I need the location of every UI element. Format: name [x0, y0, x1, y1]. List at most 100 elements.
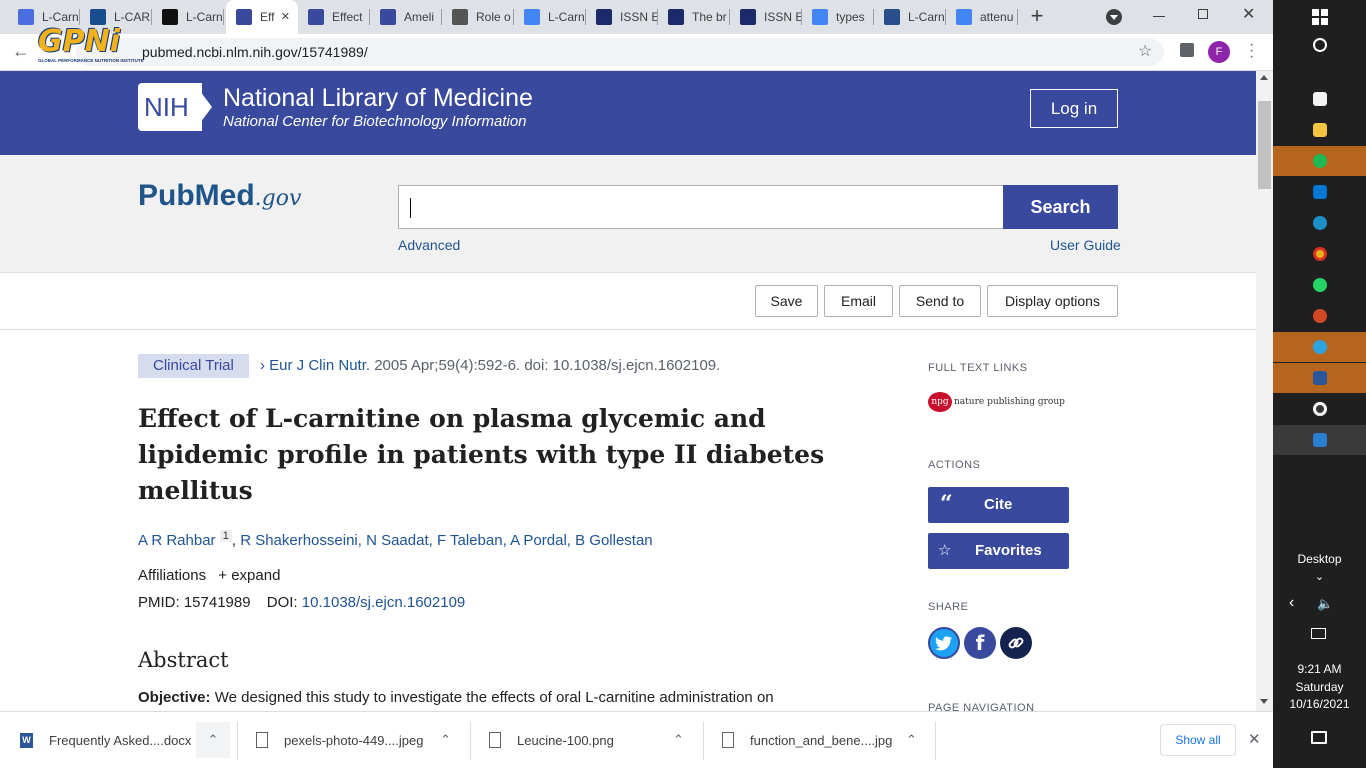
advanced-search-link[interactable]: Advanced: [398, 237, 460, 253]
npg-logo: npg: [928, 392, 952, 412]
citation-text: 2005 Apr;59(4):592-6. doi: 10.1038/sj.ej…: [374, 357, 721, 374]
user-guide-link[interactable]: User Guide: [1050, 237, 1121, 253]
tab-title: Effect: [332, 10, 363, 24]
bookmark-star-icon[interactable]: ☆: [1138, 41, 1152, 61]
tab-title: L-Carn: [908, 10, 945, 24]
other-authors-links[interactable]: R Shakerhosseini, N Saadat, F Taleban, A…: [240, 532, 652, 549]
favorites-button[interactable]: ☆ Favorites: [928, 533, 1069, 569]
browser-tab[interactable]: The br: [658, 0, 730, 34]
browser-tab[interactable]: ISSN E: [730, 0, 802, 34]
chevron-up-icon[interactable]: ⌃: [196, 722, 230, 758]
permalink-share-icon[interactable]: [1000, 627, 1032, 659]
restore-button[interactable]: [1198, 9, 1208, 19]
scroll-up-arrow[interactable]: [1260, 75, 1268, 80]
nlm-title[interactable]: National Library of Medicine: [223, 84, 533, 113]
browser-tab[interactable]: Ameli: [370, 0, 442, 34]
minimize-button[interactable]: [1153, 16, 1165, 17]
download-item[interactable]: Leucine-100.png ⌃: [489, 720, 701, 760]
powerpoint-icon[interactable]: [1273, 301, 1366, 331]
twitter-share-icon[interactable]: [928, 627, 960, 659]
browser-tab[interactable]: L-Carn: [514, 0, 586, 34]
browser-tab[interactable]: ISSN E: [586, 0, 658, 34]
desktop-label[interactable]: Desktop: [1273, 552, 1366, 566]
back-icon[interactable]: ←: [12, 41, 30, 62]
display-options-button[interactable]: Display options: [987, 285, 1118, 317]
search-input[interactable]: [398, 185, 1004, 229]
npg-full-text-link[interactable]: npg nature publishing group: [928, 392, 1065, 412]
tab-search-icon[interactable]: [1106, 9, 1122, 25]
journal-link[interactable]: Eur J Clin Nutr.: [269, 357, 370, 374]
ncbi-subtitle[interactable]: National Center for Biotechnology Inform…: [223, 113, 527, 130]
chevron-up-icon[interactable]: ⌃: [673, 722, 684, 758]
email-button[interactable]: Email: [824, 285, 893, 317]
browser-tab[interactable]: Role o: [442, 0, 514, 34]
doi-link[interactable]: 10.1038/sj.ejcn.1602109: [302, 594, 465, 611]
chevron-down-icon[interactable]: ⌄: [1273, 570, 1366, 583]
cortana-circle-icon[interactable]: [1273, 30, 1366, 60]
download-item[interactable]: function_and_bene....jpg ⌃: [722, 720, 934, 760]
volume-icon[interactable]: 🔈: [1317, 596, 1333, 612]
chrome-icon[interactable]: [1273, 239, 1366, 269]
link-icon: [452, 9, 468, 25]
cite-label: Cite: [984, 496, 1013, 513]
mail-icon[interactable]: [1273, 177, 1366, 207]
close-tab-icon[interactable]: ✕: [281, 10, 290, 23]
search-button[interactable]: Search: [1003, 185, 1118, 229]
save-button[interactable]: Save: [755, 285, 818, 317]
notifications-icon[interactable]: [1311, 731, 1327, 744]
first-author-link[interactable]: A R Rahbar: [138, 532, 216, 549]
edge-icon[interactable]: [1273, 208, 1366, 238]
facebook-share-icon[interactable]: f: [964, 627, 996, 659]
close-window-button[interactable]: ✕: [1242, 4, 1255, 24]
menu-dots-icon[interactable]: · · ·: [1249, 37, 1254, 65]
start-windows-icon[interactable]: [1273, 2, 1366, 32]
new-tab-button[interactable]: +: [1026, 5, 1048, 28]
nih-badge[interactable]: NIH: [138, 83, 216, 131]
tab-title: attenu: [980, 10, 1014, 24]
google-icon: [956, 9, 972, 25]
page-scrollbar[interactable]: [1256, 71, 1273, 711]
telegram-icon[interactable]: [1273, 332, 1366, 362]
whatsapp-icon[interactable]: [1273, 270, 1366, 300]
store-icon[interactable]: [1273, 84, 1366, 114]
close-downloads-icon[interactable]: ✕: [1248, 730, 1261, 748]
scroll-down-arrow[interactable]: [1260, 699, 1268, 704]
browser-tab[interactable]: Eff ✕: [226, 0, 298, 34]
clock-day[interactable]: Saturday: [1273, 680, 1366, 694]
expand-toggle[interactable]: + expand: [218, 567, 280, 584]
browser-tab[interactable]: L-Carn: [874, 0, 946, 34]
browser-tab[interactable]: types: [802, 0, 874, 34]
file-explorer-icon[interactable]: [1273, 115, 1366, 145]
webmd-icon: [90, 9, 106, 25]
extensions-icon[interactable]: [1180, 43, 1194, 57]
profile-avatar[interactable]: F: [1208, 41, 1230, 63]
clock-time[interactable]: 9:21 AM: [1273, 662, 1366, 676]
cite-button[interactable]: “ Cite: [928, 487, 1069, 523]
affiliation-marker[interactable]: 1: [219, 530, 232, 542]
address-bar[interactable]: pubmed.ncbi.nlm.nih.gov/15741989/ ☆: [76, 38, 1164, 66]
doi-label: DOI:: [266, 594, 298, 611]
touch-keyboard-icon[interactable]: [1311, 628, 1326, 639]
pubmed-icon: [380, 9, 396, 25]
send-to-button[interactable]: Send to: [899, 285, 981, 317]
spotify-icon[interactable]: [1273, 146, 1366, 176]
download-item[interactable]: W Frequently Asked....docx ⌃: [20, 720, 232, 760]
word-icon[interactable]: [1273, 363, 1366, 393]
chevron-up-icon[interactable]: ⌃: [906, 722, 917, 758]
download-item[interactable]: pexels-photo-449....jpeg ⌃: [256, 720, 468, 760]
media-player-icon[interactable]: [1273, 394, 1366, 424]
show-all-button[interactable]: Show all: [1160, 724, 1236, 756]
chevron-left-icon[interactable]: ‹: [1289, 594, 1294, 612]
title-line: Effect of L-carnitine on plasma glycemic…: [138, 404, 766, 433]
authors-line: A R Rahbar 1, R Shakerhosseini, N Saadat…: [138, 530, 653, 549]
scroll-thumb[interactable]: [1258, 101, 1271, 189]
pubmed-logo-gov: .gov: [254, 186, 302, 211]
pubmed-logo[interactable]: PubMed.gov: [138, 179, 301, 219]
browser-tab[interactable]: Effect: [298, 0, 370, 34]
browser-tab[interactable]: attenu: [946, 0, 1018, 34]
chevron-up-icon[interactable]: ⌃: [440, 722, 451, 758]
downloads-bar: W Frequently Asked....docx ⌃ pexels-phot…: [0, 711, 1273, 768]
login-button[interactable]: Log in: [1030, 89, 1118, 128]
photos-icon[interactable]: [1273, 425, 1366, 455]
clock-date[interactable]: 10/16/2021: [1273, 697, 1366, 711]
